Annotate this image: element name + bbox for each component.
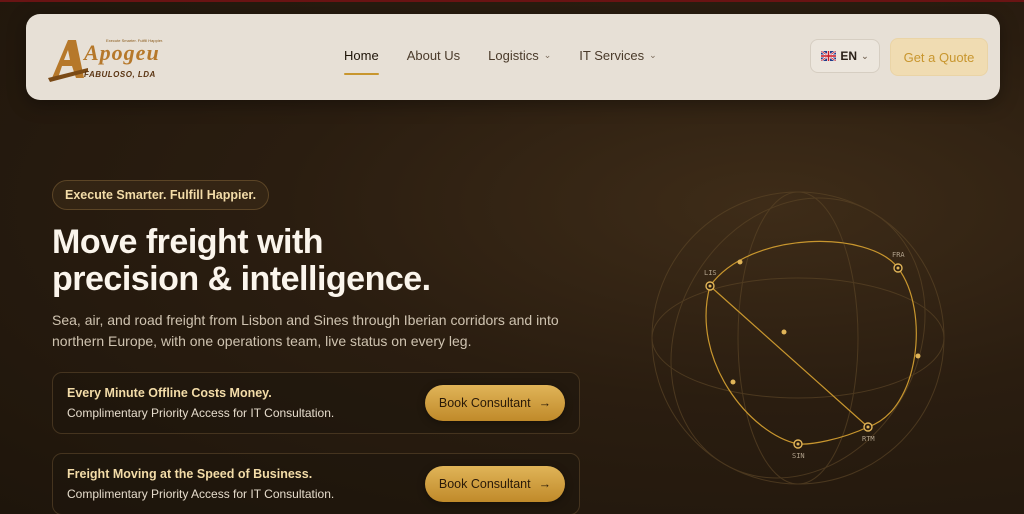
route-globe-graphic: LIS FRA RTM SIN	[651, 191, 945, 485]
map-label-fra: FRA	[892, 251, 905, 259]
book-consultant-button[interactable]: Book Consultant →	[425, 466, 565, 502]
arrow-right-icon: →	[538, 477, 552, 491]
card-title: Every Minute Offline Costs Money.	[67, 386, 272, 400]
logo-mark-icon	[48, 40, 88, 82]
company-logo[interactable]: Execute Smarter. Fulfill Happier. Apogeu…	[48, 36, 178, 86]
promo-card: Every Minute Offline Costs Money. Compli…	[52, 372, 580, 434]
nav-label: IT Services	[579, 48, 645, 63]
card-subtitle: Complimentary Priority Access for IT Con…	[67, 487, 335, 501]
card-subtitle: Complimentary Priority Access for IT Con…	[67, 406, 335, 420]
card-title: Freight Moving at the Speed of Business.	[67, 467, 313, 481]
chevron-down-icon: ⌄	[861, 50, 869, 61]
nav-item-about[interactable]: About Us	[407, 48, 460, 63]
get-quote-button[interactable]: Get a Quote	[890, 38, 988, 76]
hero-tagline-pill: Execute Smarter. Fulfill Happier.	[52, 180, 270, 210]
nav-label: Logistics	[488, 48, 539, 63]
site-header: Execute Smarter. Fulfill Happier. Apogeu…	[26, 14, 1000, 100]
top-strip	[0, 0, 1024, 2]
map-label-lis: LIS	[704, 269, 717, 277]
map-label-sin: SIN	[792, 452, 805, 460]
nav-item-it-services[interactable]: IT Services ⌄	[579, 48, 656, 63]
language-selector[interactable]: EN ⌄	[810, 39, 880, 73]
uk-flag-icon	[821, 51, 837, 61]
button-label: Book Consultant	[438, 477, 531, 491]
logo-wordmark: Apogeu	[84, 40, 160, 65]
hero-headline: Move freight with precision & intelligen…	[52, 224, 612, 298]
map-label-rtm: RTM	[862, 435, 875, 443]
hero-description: Sea, air, and road freight from Lisbon a…	[52, 312, 559, 349]
nav-label: About Us	[406, 48, 461, 63]
main-nav: Home About Us Logistics ⌄ IT Services ⌄	[344, 48, 685, 75]
promo-card: Freight Moving at the Speed of Business.…	[52, 453, 580, 514]
language-code: EN	[840, 49, 858, 63]
book-consultant-button[interactable]: Book Consultant →	[425, 385, 565, 421]
nav-item-home[interactable]: Home	[344, 48, 379, 75]
arrow-right-icon: →	[538, 396, 552, 410]
headline-line-1: Move freight with	[52, 223, 324, 261]
logo-subtitle: FABULOSO, LDA	[84, 70, 156, 79]
chevron-down-icon: ⌄	[649, 50, 657, 60]
headline-line-2: precision & intelligence.	[52, 260, 431, 298]
chevron-down-icon: ⌄	[543, 50, 552, 60]
nav-label: Home	[344, 48, 379, 63]
button-label: Book Consultant	[438, 396, 531, 410]
nav-item-logistics[interactable]: Logistics ⌄	[488, 48, 551, 63]
